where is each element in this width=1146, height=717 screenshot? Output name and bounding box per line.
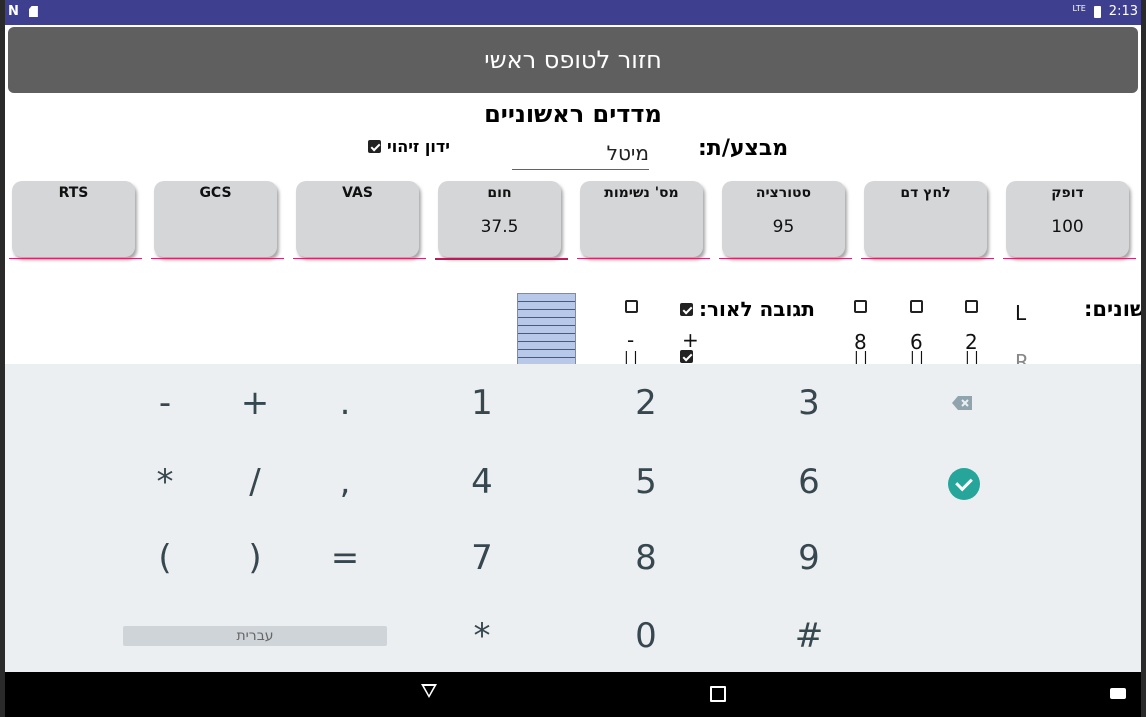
vital-label: סטורציה: [755, 185, 812, 201]
key-asterisk[interactable]: *: [125, 462, 205, 502]
performer-input[interactable]: מיטל: [512, 141, 649, 170]
right-border: [1141, 0, 1146, 717]
key-8[interactable]: 8: [606, 538, 686, 578]
light-response-label: תגובה לאור:: [699, 297, 815, 321]
key-hash[interactable]: #: [769, 616, 849, 656]
status-bar: N LTE 2:13: [0, 0, 1146, 25]
keyboard-icon[interactable]: [1110, 688, 1126, 699]
vital-tile-saturation[interactable]: סטורציה 95: [722, 181, 845, 257]
backspace-icon[interactable]: [952, 394, 974, 412]
vital-tile-temperature[interactable]: חום 37.5: [438, 181, 561, 257]
vital-label: דופק: [1051, 185, 1084, 201]
vital-tile-respiratory-rate[interactable]: מס' נשימות: [580, 181, 703, 257]
vital-value: 100: [1051, 217, 1084, 237]
pupil-size-8-checkbox[interactable]: [854, 300, 867, 313]
light-minus-label: -: [627, 328, 635, 352]
pupils-label: אישונים:: [1084, 297, 1146, 321]
vital-tile-pulse[interactable]: דופק 100: [1006, 181, 1129, 257]
performer-label: מבצע/ת:: [698, 136, 789, 161]
key-6[interactable]: 6: [769, 462, 849, 502]
input-underline: [9, 258, 142, 259]
enter-check-icon[interactable]: [948, 468, 980, 500]
key-9[interactable]: 9: [769, 538, 849, 578]
key-slash[interactable]: /: [215, 462, 295, 502]
battery-icon: [1093, 5, 1101, 18]
id-check-toggle[interactable]: ידון זיהוי: [368, 137, 450, 156]
clock: 2:13: [1108, 4, 1138, 19]
vital-label: לחץ דם: [900, 185, 951, 201]
network-indicator: LTE: [1072, 4, 1086, 13]
key-close-paren[interactable]: ): [215, 538, 295, 578]
input-underline: [861, 258, 994, 259]
vital-tile-rts[interactable]: RTS: [12, 181, 135, 257]
light-negative-checkbox[interactable]: [625, 300, 638, 313]
key-asterisk-2[interactable]: *: [442, 616, 522, 656]
input-underline: [1003, 258, 1136, 259]
key-0[interactable]: 0: [606, 616, 686, 656]
language-switch-key[interactable]: עברית: [123, 626, 387, 646]
back-triangle-icon[interactable]: [421, 684, 437, 698]
vital-value: 95: [772, 217, 795, 237]
key-1[interactable]: 1: [442, 383, 522, 423]
vital-tile-gcs[interactable]: GCS: [154, 181, 277, 257]
input-underline: [151, 258, 284, 259]
key-minus[interactable]: -: [125, 383, 205, 423]
pupil-size-2-checkbox[interactable]: [965, 300, 978, 313]
light-response-toggle[interactable]: תגובה לאור:: [680, 297, 815, 321]
pupil-size-6-checkbox[interactable]: [910, 300, 923, 313]
light-plus-label: +: [682, 328, 699, 352]
input-underline: [293, 258, 426, 259]
input-underline: [719, 258, 852, 259]
light-positive-checkbox[interactable]: [680, 350, 693, 363]
key-open-paren[interactable]: (: [125, 538, 205, 578]
sd-card-icon: [28, 6, 38, 17]
key-plus[interactable]: +: [215, 383, 295, 423]
back-to-main-form-button[interactable]: חזור לטופס ראשי: [8, 27, 1138, 93]
vital-label: חום: [487, 185, 512, 201]
pupil-chart-thumbnail[interactable]: [517, 293, 576, 367]
navigation-bar: [5, 672, 1141, 717]
vital-label: מס' נשימות: [604, 185, 679, 201]
vital-tile-blood-pressure[interactable]: לחץ דם: [864, 181, 987, 257]
key-comma[interactable]: ,: [305, 462, 385, 502]
input-underline-focused: [435, 258, 568, 260]
key-3[interactable]: 3: [769, 383, 849, 423]
key-2[interactable]: 2: [606, 383, 686, 423]
key-period[interactable]: .: [305, 383, 385, 423]
vital-value: 37.5: [480, 217, 519, 237]
light-response-checkbox[interactable]: [680, 302, 693, 316]
left-border: [0, 0, 5, 717]
vital-label: RTS: [58, 185, 89, 201]
key-4[interactable]: 4: [442, 462, 522, 502]
key-equals[interactable]: =: [305, 538, 385, 578]
vital-tile-vas[interactable]: VAS: [296, 181, 419, 257]
pupil-left-label: L: [1015, 301, 1027, 325]
home-square-icon[interactable]: [710, 686, 726, 702]
key-7[interactable]: 7: [442, 538, 522, 578]
vital-label: GCS: [199, 185, 232, 201]
id-check-checkbox[interactable]: [368, 140, 381, 153]
id-check-label: ידון זיהוי: [387, 137, 450, 156]
notification-n-icon: N: [8, 4, 19, 19]
key-5[interactable]: 5: [606, 462, 686, 502]
input-underline: [577, 258, 710, 259]
app-screen: N LTE 2:13 חזור לטופס ראשי מדדים ראשוניי…: [0, 0, 1146, 717]
vital-label: VAS: [342, 185, 373, 201]
page-title: מדדים ראשוניים: [484, 100, 662, 128]
